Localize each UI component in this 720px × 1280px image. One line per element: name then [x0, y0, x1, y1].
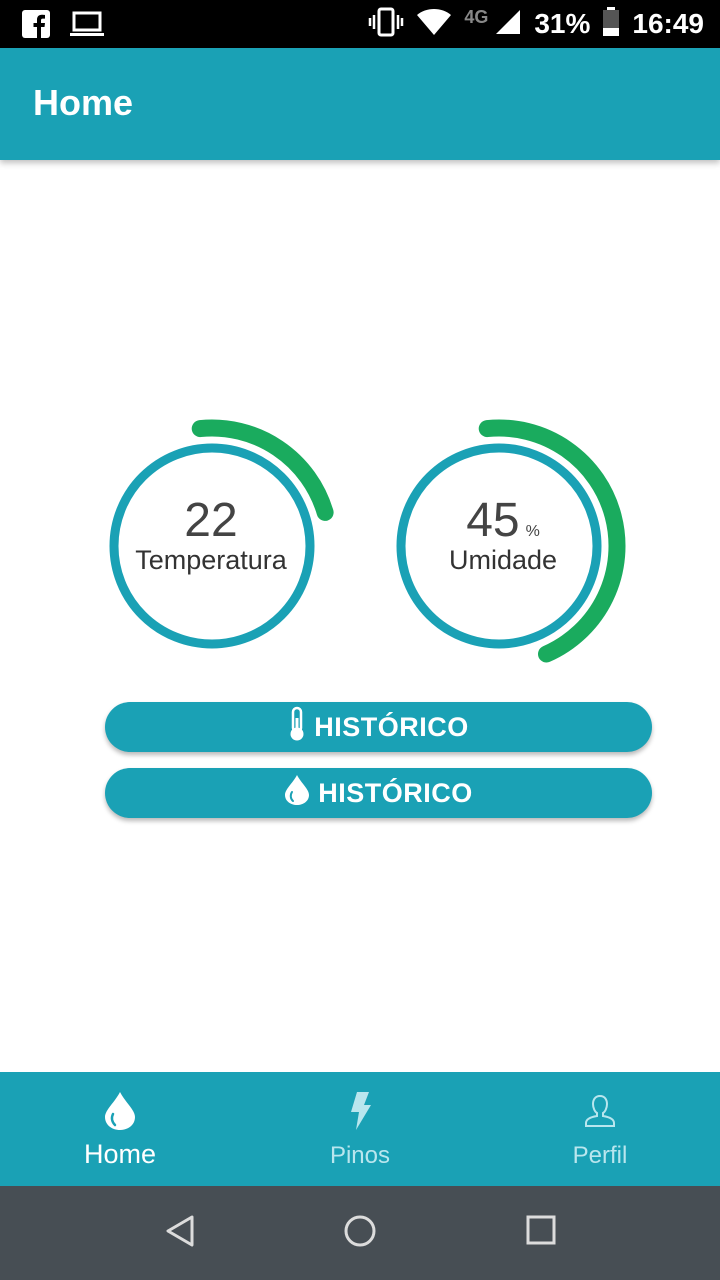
page-title: Home: [33, 82, 134, 123]
app-bar: Home: [0, 48, 720, 160]
humidity-history-button[interactable]: HISTÓRICO: [105, 768, 652, 818]
nav-label-home: Home: [83, 1139, 157, 1169]
recents-square-icon[interactable]: [525, 1214, 557, 1251]
facebook-icon: [22, 10, 50, 43]
status-bar: 4G 31% 16:49: [0, 0, 720, 48]
person-icon: [584, 1090, 616, 1132]
system-navigation-bar: [0, 1186, 720, 1280]
temperature-value: 22: [184, 494, 238, 547]
wifi-icon: [416, 8, 452, 41]
nav-label-pinos: Pinos: [329, 1142, 391, 1169]
nav-item-home[interactable]: Home: [0, 1072, 240, 1186]
vibrate-icon: [368, 7, 404, 42]
nav-label-perfil: Perfil: [572, 1142, 628, 1169]
home-circle-icon[interactable]: [343, 1214, 377, 1253]
network-type-label: 4G: [464, 6, 489, 27]
humidity-label: Umidade: [448, 545, 558, 575]
clock: 16:49: [632, 8, 704, 39]
humidity-unit: %: [525, 523, 540, 540]
temperature-gauge: 22 Temperatura: [100, 405, 350, 665]
humidity-history-label: HISTÓRICO: [318, 777, 473, 808]
bottom-navigation: Home Pinos Perfil: [0, 1072, 720, 1186]
temperature-history-label: HISTÓRICO: [314, 711, 469, 742]
signal-icon: [494, 8, 522, 41]
nav-item-pinos[interactable]: Pinos: [240, 1072, 480, 1186]
laptop-icon: [70, 11, 104, 42]
drop-icon: [284, 774, 310, 813]
battery-percent: 31%: [534, 8, 591, 39]
nav-item-perfil[interactable]: Perfil: [480, 1072, 720, 1186]
thermometer-icon: [288, 706, 306, 749]
bolt-icon: [347, 1090, 373, 1132]
temperature-label: Temperatura: [135, 545, 287, 575]
battery-icon: [602, 6, 620, 42]
drop-icon: [104, 1090, 136, 1132]
back-icon[interactable]: [164, 1214, 196, 1253]
temperature-history-button[interactable]: HISTÓRICO: [105, 702, 652, 752]
humidity-gauge: 45% Umidade: [387, 405, 647, 685]
humidity-value: 45%: [466, 494, 540, 547]
